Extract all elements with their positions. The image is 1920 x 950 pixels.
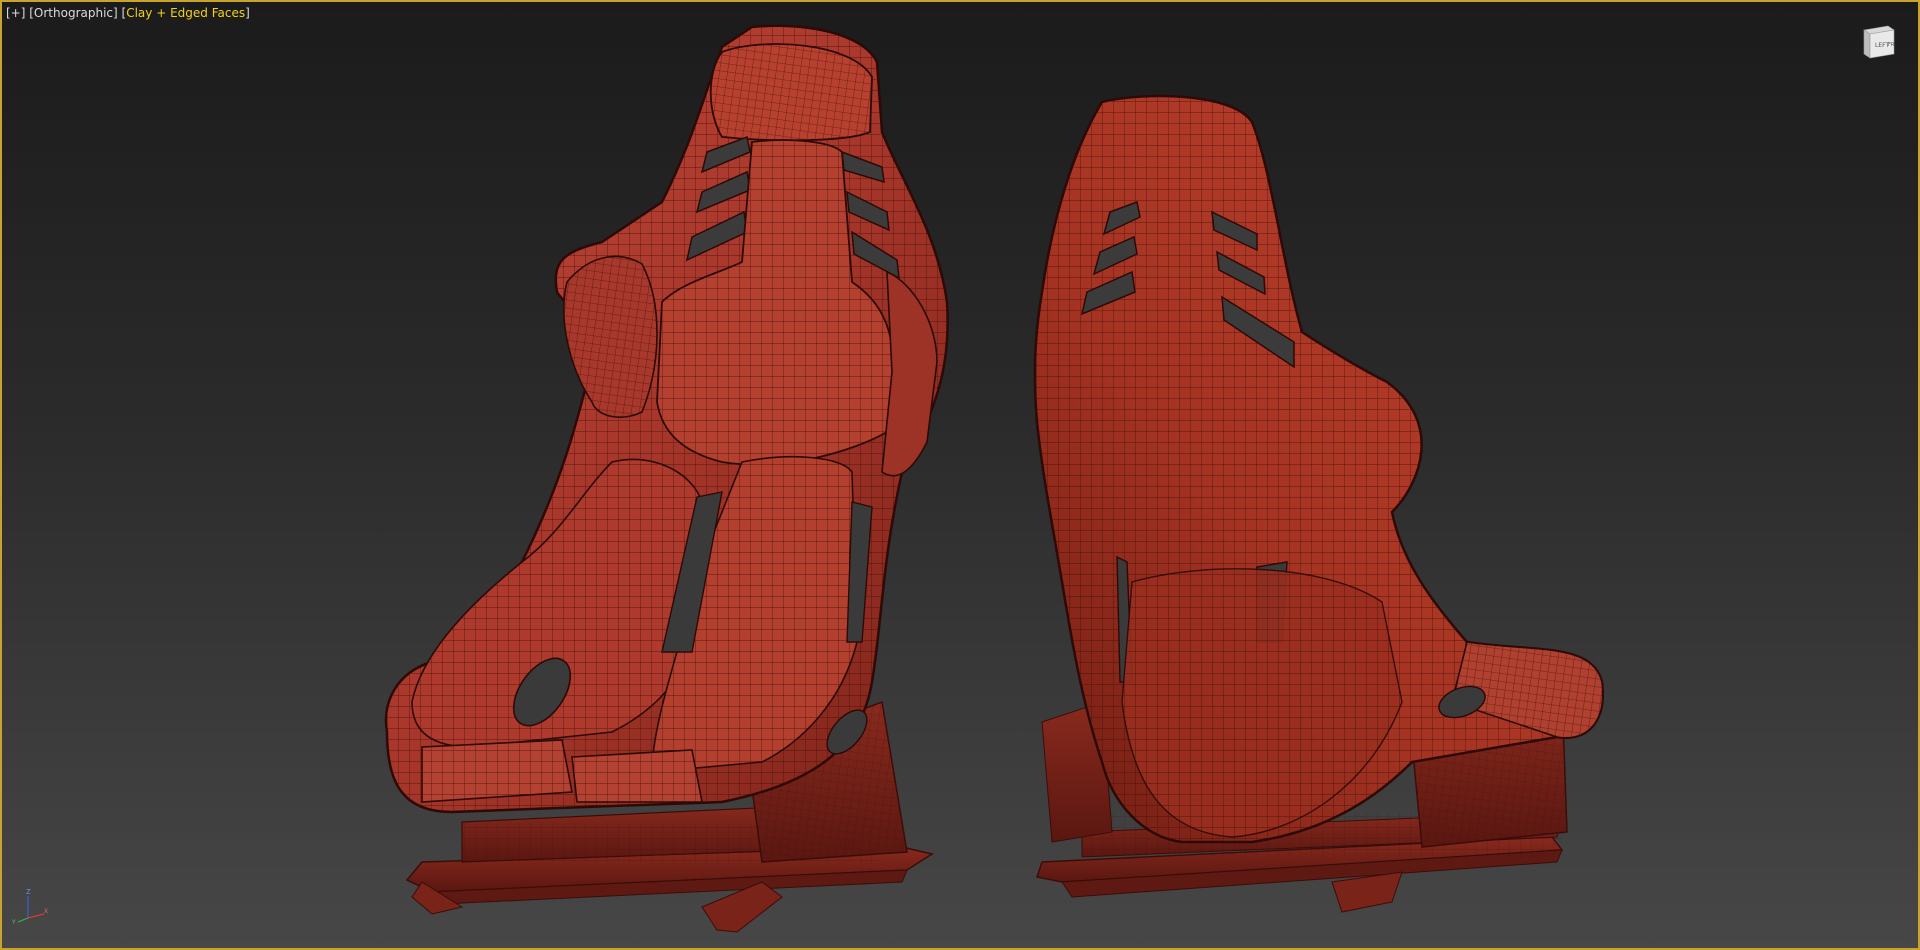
shading-bracket-close: ]: [245, 6, 250, 20]
viewport-label: [+] [Orthographic] [Clay + Edged Faces]: [6, 5, 250, 21]
racing-seat-back[interactable]: [1033, 94, 1605, 913]
viewcube-widget[interactable]: LEFT FR: [1858, 22, 1898, 62]
racing-seat-front[interactable]: [384, 24, 949, 933]
viewport-shading-menu[interactable]: [Clay + Edged Faces]: [122, 6, 250, 20]
axis-x-label: X: [44, 908, 48, 915]
axis-tripod: Z X Y: [11, 888, 48, 926]
axis-z-label: Z: [26, 888, 31, 896]
axis-x-line: [27, 913, 45, 919]
axis-y-label: Y: [11, 919, 16, 926]
viewport-view-menu[interactable]: [Orthographic]: [29, 6, 117, 20]
scene-canvas[interactable]: [2, 2, 1918, 948]
axis-y-line: [17, 917, 29, 923]
viewport-menu-plus[interactable]: [+]: [6, 6, 25, 20]
viewport-shading-mode: Clay + Edged Faces: [126, 6, 246, 20]
viewcube-face-front[interactable]: FR: [1888, 42, 1895, 48]
viewport-perspective[interactable]: [+] [Orthographic] [Clay + Edged Faces] …: [0, 0, 1920, 950]
